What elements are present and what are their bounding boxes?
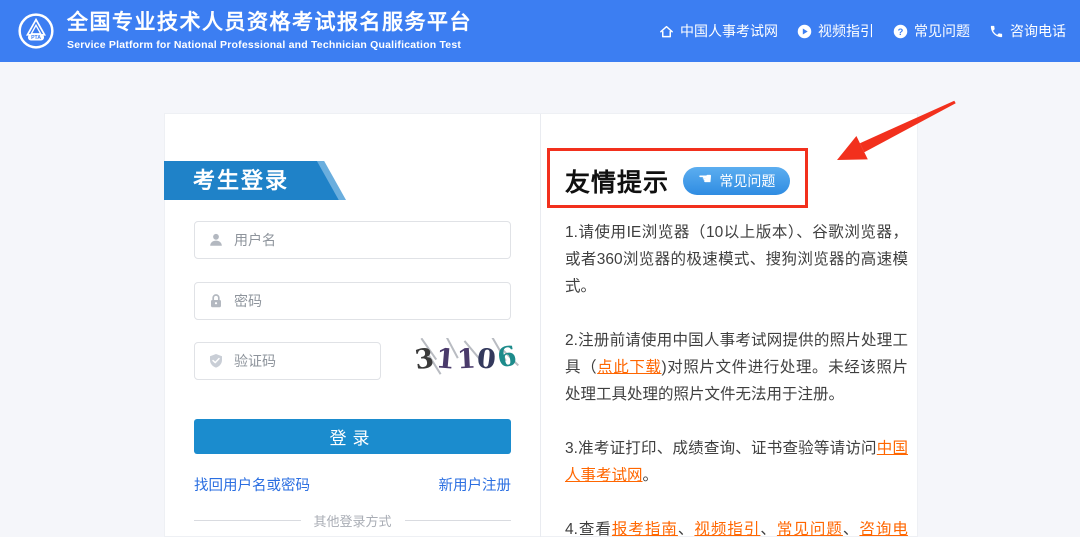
phone-icon xyxy=(989,24,1004,39)
account-links-row: 找回用户名或密码 新用户注册 xyxy=(194,474,511,495)
captcha-field[interactable] xyxy=(194,342,381,380)
other-login-label: 其他登录方式 xyxy=(314,511,392,530)
play-circle-icon xyxy=(797,24,812,39)
username-input[interactable] xyxy=(234,232,444,248)
login-panel-banner: 考生登录 xyxy=(164,161,346,200)
new-user-register-link[interactable]: 新用户注册 xyxy=(439,474,512,495)
tips-list: 1.请使用IE浏览器（10以上版本）、谷歌浏览器，或者360浏览器的极速模式、搜… xyxy=(565,219,908,537)
site-title-block: 全国专业技术人员资格考试报名服务平台 Service Platform for … xyxy=(67,11,472,50)
tip-text: 、 xyxy=(760,521,777,537)
login-button[interactable]: 登录 xyxy=(194,419,511,454)
captcha-digits: 3 1 1 0 6 xyxy=(412,338,520,380)
tip-text: 、 xyxy=(843,521,860,537)
faq-link[interactable]: 常见问题 xyxy=(777,521,843,537)
pta-logo-icon: PTA xyxy=(17,12,55,50)
question-circle-icon: ? xyxy=(893,24,908,39)
main-card: 考生登录 xyxy=(164,113,918,537)
shield-icon xyxy=(208,353,224,369)
nav-label: 常见问题 xyxy=(914,21,970,41)
video-guide-link[interactable]: 视频指引 xyxy=(694,521,760,537)
forgot-credentials-link[interactable]: 找回用户名或密码 xyxy=(194,474,310,495)
password-field[interactable] xyxy=(194,282,511,320)
nav-item-video-guide[interactable]: 视频指引 xyxy=(797,21,874,41)
nav-item-phone[interactable]: 咨询电话 xyxy=(989,21,1066,41)
tip-item-4: 4.查看报考指南、视频指引、常见问题、咨询电话。 xyxy=(565,516,908,537)
nav-label: 咨询电话 xyxy=(1010,21,1066,41)
tip-item-2: 2.注册前请使用中国人事考试网提供的照片处理工具（点此下载)对照片文件进行处理。… xyxy=(565,327,908,408)
captcha-image[interactable]: 3 1 1 0 6 xyxy=(412,338,520,380)
tip-item-3: 3.准考证打印、成绩查询、证书查验等请访问中国人事考试网。 xyxy=(565,435,908,489)
tip-text: 3.准考证打印、成绩查询、证书查验等请访问 xyxy=(565,440,877,457)
tips-title: 友情提示 xyxy=(565,163,669,199)
pointing-hand-icon: ☚ xyxy=(698,172,712,188)
faq-pill-label: 常见问题 xyxy=(719,171,775,191)
page: PTA 全国专业技术人员资格考试报名服务平台 Service Platform … xyxy=(0,0,1080,537)
login-panel-title: 考生登录 xyxy=(193,161,289,200)
site-title: 全国专业技术人员资格考试报名服务平台 xyxy=(67,11,472,35)
tip-text: 。 xyxy=(643,467,659,484)
exam-guide-link[interactable]: 报考指南 xyxy=(612,521,678,537)
nav-label: 视频指引 xyxy=(818,21,874,41)
nav-item-faq[interactable]: ? 常见问题 xyxy=(893,21,970,41)
divider-line xyxy=(405,520,512,521)
home-icon xyxy=(659,24,674,39)
tip-text: 4.查看 xyxy=(565,521,612,537)
column-divider xyxy=(540,114,541,537)
lock-icon xyxy=(208,293,224,309)
header-bar: PTA 全国专业技术人员资格考试报名服务平台 Service Platform … xyxy=(0,0,1080,62)
logo-text: PTA xyxy=(31,35,41,41)
faq-pill-button[interactable]: ☚ 常见问题 xyxy=(683,167,790,195)
site-subtitle: Service Platform for National Profession… xyxy=(67,39,472,51)
divider-line xyxy=(194,520,301,521)
captcha-input[interactable] xyxy=(234,353,354,369)
user-icon xyxy=(208,232,224,248)
password-input[interactable] xyxy=(234,293,444,309)
other-login-divider: 其他登录方式 xyxy=(194,511,511,530)
svg-text:?: ? xyxy=(898,26,904,36)
username-field[interactable] xyxy=(194,221,511,259)
tips-header: 友情提示 ☚ 常见问题 xyxy=(565,163,790,199)
nav-label: 中国人事考试网 xyxy=(680,21,778,41)
tip-text: 、 xyxy=(678,521,695,537)
download-photo-tool-link[interactable]: 点此下载 xyxy=(597,359,661,376)
header-nav: 中国人事考试网 视频指引 ? 常见问题 咨询电话 xyxy=(659,21,1066,41)
tip-text: 1.请使用IE浏览器（10以上版本）、谷歌浏览器，或者360浏览器的极速模式、搜… xyxy=(565,224,908,295)
tip-item-1: 1.请使用IE浏览器（10以上版本）、谷歌浏览器，或者360浏览器的极速模式、搜… xyxy=(565,219,908,300)
nav-item-cpta-site[interactable]: 中国人事考试网 xyxy=(659,21,778,41)
